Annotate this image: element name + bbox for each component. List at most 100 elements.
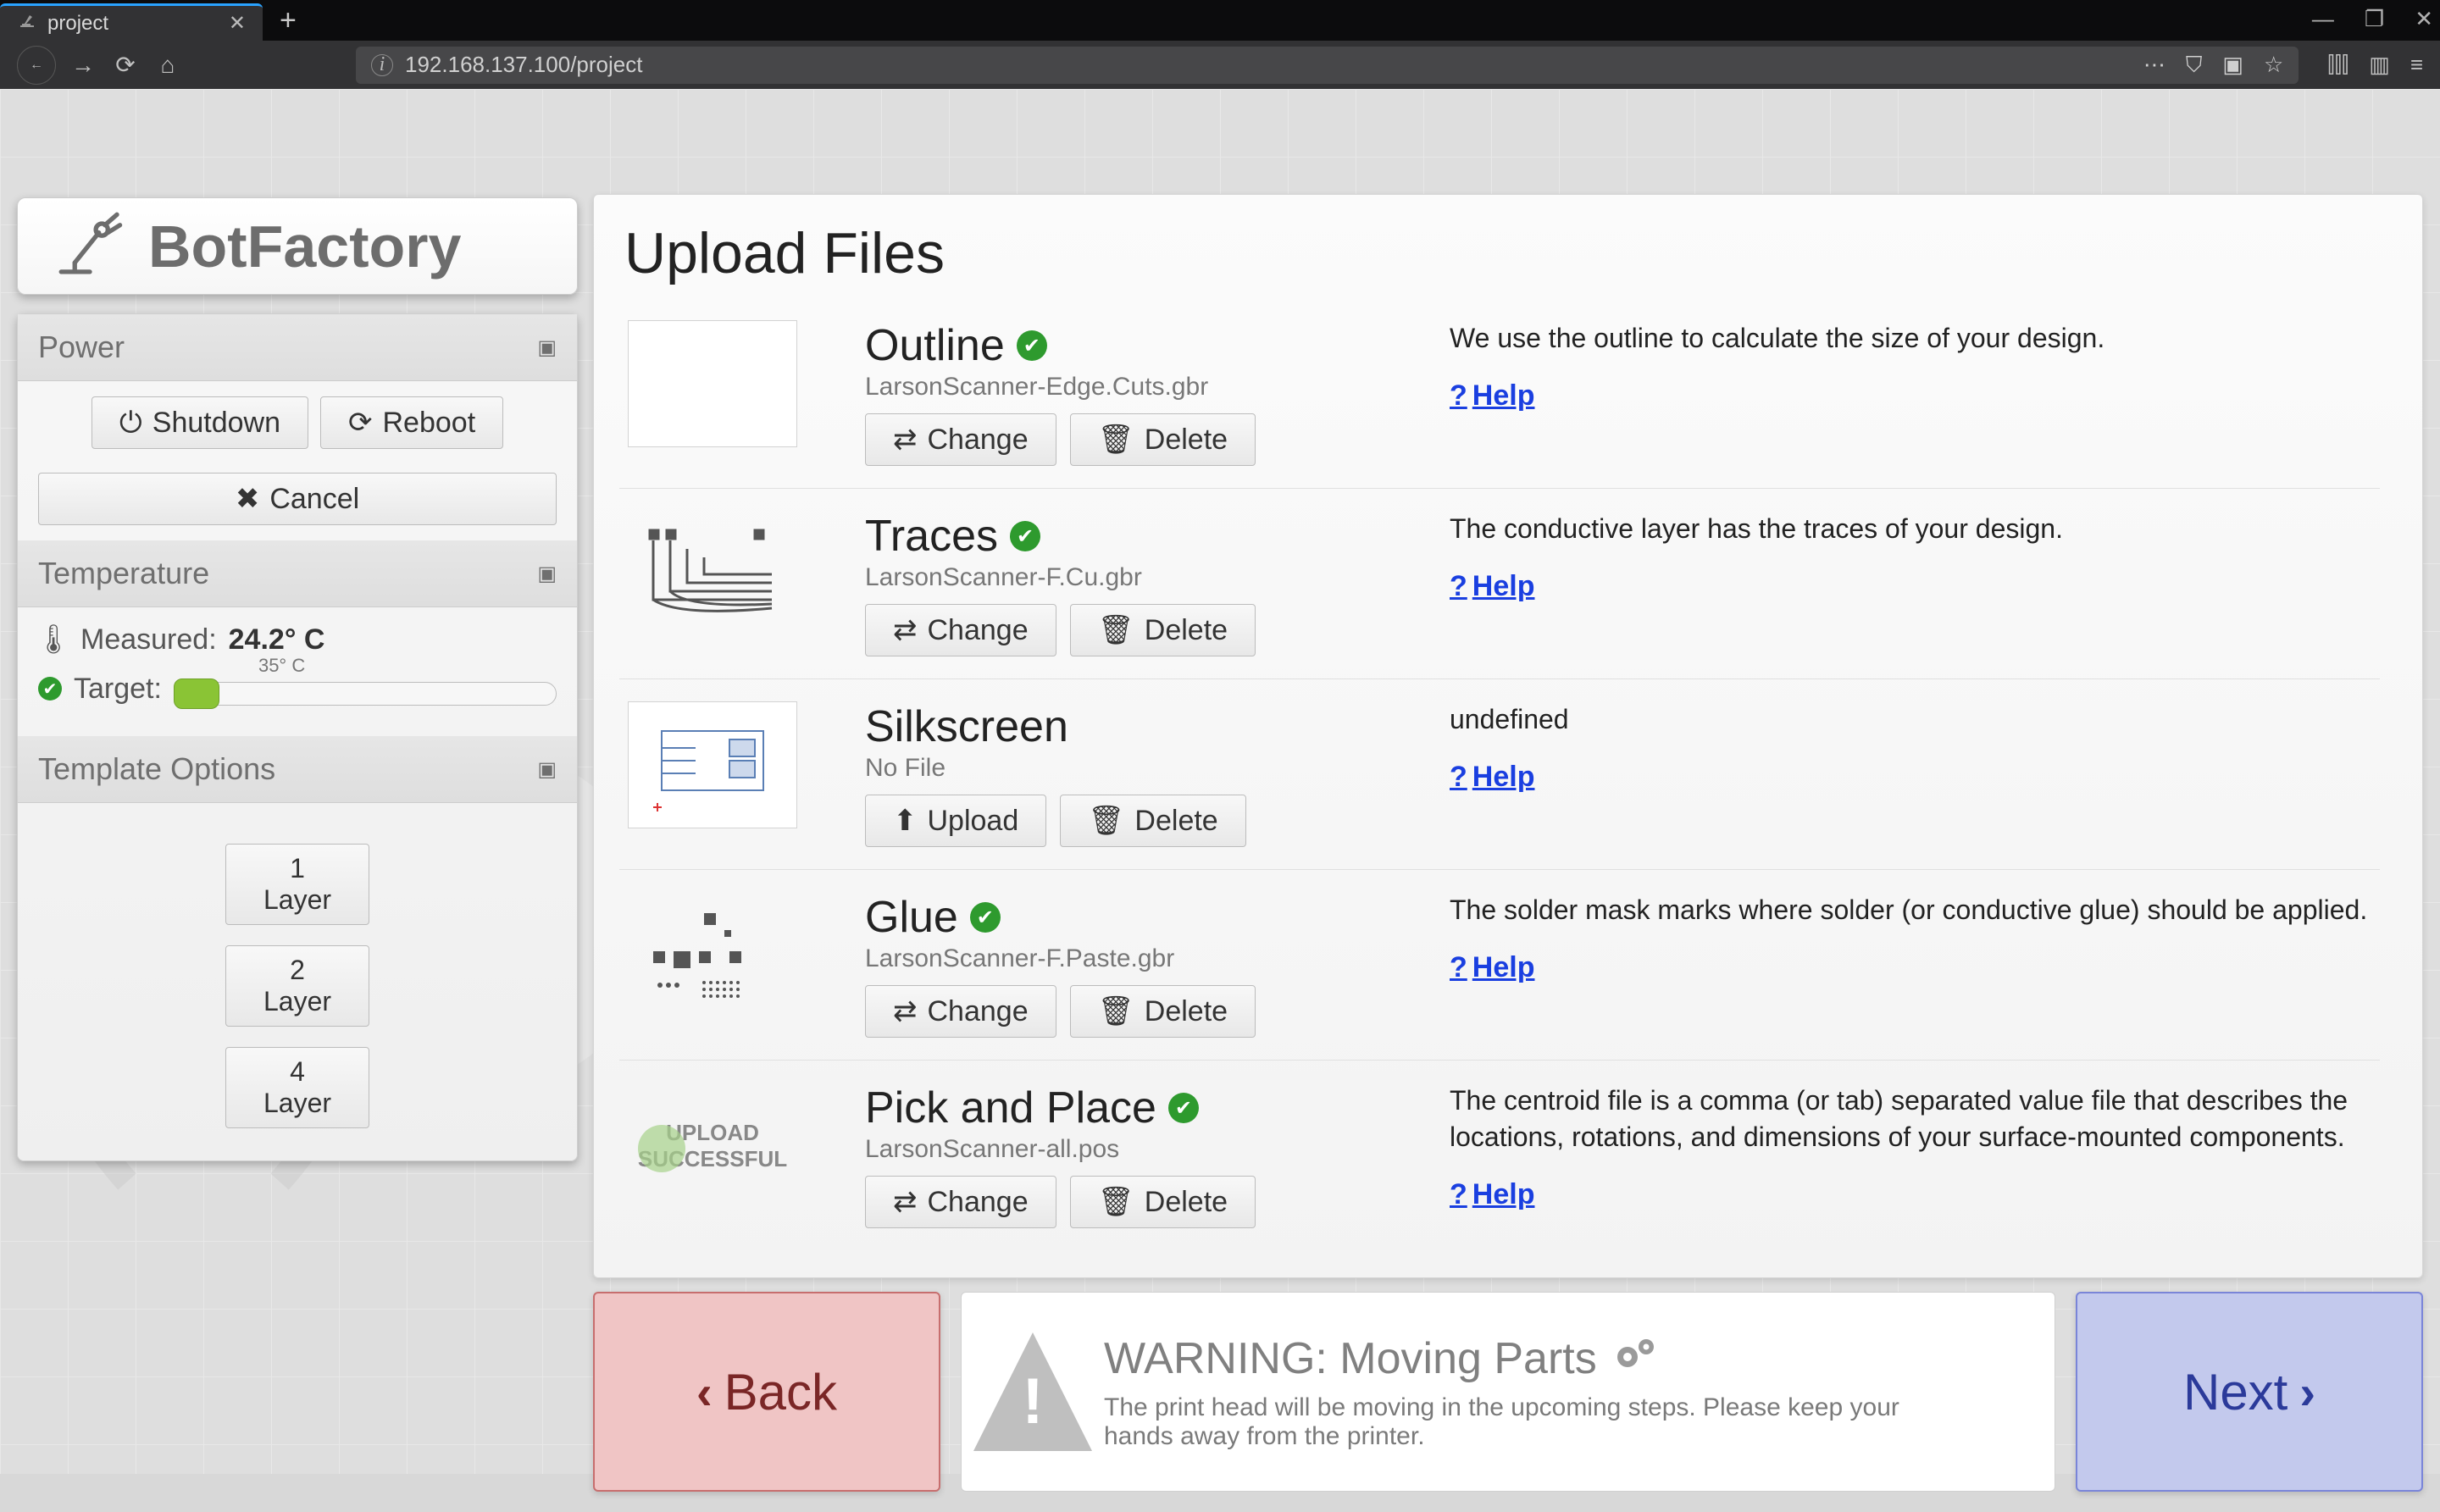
change-button[interactable]: ⇄ Change: [865, 985, 1056, 1038]
slider-tick-label: 35° C: [258, 655, 305, 677]
slider-thumb[interactable]: [174, 678, 219, 709]
home-icon[interactable]: ⌂: [152, 52, 183, 79]
panel-header-power[interactable]: Power ▣: [18, 314, 577, 381]
check-circle-icon: [638, 1125, 685, 1172]
favicon-icon: [17, 10, 37, 36]
trash-icon: 🗑: [1098, 994, 1134, 1028]
delete-label: Delete: [1145, 614, 1228, 647]
back-label: Back: [724, 1363, 837, 1421]
url-text: 192.168.137.100/project: [405, 52, 642, 78]
next-button[interactable]: Next ›: [2076, 1292, 2423, 1492]
file-name: LarsonScanner-F.Cu.gbr: [865, 563, 1407, 592]
collapse-icon[interactable]: ▣: [537, 335, 557, 360]
reader-icon[interactable]: ▣: [2222, 52, 2243, 78]
help-link[interactable]: ? Help: [1450, 568, 1534, 606]
tab-strip: project ✕ + — ❐ ✕: [0, 0, 2440, 41]
delete-label: Delete: [1145, 995, 1228, 1028]
window-close-icon[interactable]: ✕: [2415, 6, 2433, 32]
brand-title: BotFactory: [148, 213, 461, 280]
forward-icon[interactable]: →: [68, 52, 98, 79]
window-restore-icon[interactable]: ❐: [2365, 6, 2384, 32]
close-icon[interactable]: ✕: [229, 11, 246, 36]
wizard-bar: ‹ Back ! WARNING: Moving Parts The print…: [593, 1292, 2423, 1492]
star-icon[interactable]: ☆: [2264, 52, 2283, 78]
layer-1-button[interactable]: 1 Layer: [225, 844, 369, 925]
thumbnail-glue: [628, 892, 797, 1019]
target-label: Target:: [74, 673, 162, 706]
delete-button[interactable]: 🗑Delete: [1070, 413, 1256, 466]
file-description: We use the outline to calculate the size…: [1450, 320, 2371, 357]
panel-body-temperature: 🌡 Measured: 24.2° C ✔ Target: 35° C: [18, 607, 577, 736]
reboot-button[interactable]: ⟳ Reboot: [320, 396, 503, 449]
swap-icon: ⇄: [893, 613, 918, 647]
help-link[interactable]: ? Help: [1450, 377, 1534, 416]
change-button[interactable]: ⇄Change: [865, 1176, 1056, 1228]
change-label: Change: [928, 1186, 1029, 1219]
file-description: undefined: [1450, 701, 2371, 738]
browser-toolbar: ← → ⟳ ⌂ i 192.168.137.100/project ⋯ ⛉ ▣ …: [0, 41, 2440, 89]
file-description: The centroid file is a comma (or tab) se…: [1450, 1083, 2371, 1155]
warning-body: The print head will be moving in the upc…: [1104, 1393, 1934, 1451]
shield-icon[interactable]: ⛉: [2186, 52, 2203, 79]
next-label: Next: [2183, 1363, 2288, 1421]
panel-header-temperature[interactable]: Temperature ▣: [18, 540, 577, 607]
library-icon[interactable]: ⫿⫿⫿: [2327, 52, 2348, 79]
info-icon[interactable]: i: [371, 54, 393, 76]
trash-icon: 🗑: [1098, 1185, 1134, 1219]
trash-icon: 🗑: [1088, 804, 1124, 838]
help-link[interactable]: ? Help: [1450, 1176, 1534, 1215]
file-description: The conductive layer has the traces of y…: [1450, 511, 2371, 547]
layer2-label: 2 Layer: [253, 955, 341, 1017]
delete-button[interactable]: 🗑 Delete: [1070, 985, 1256, 1038]
delete-button[interactable]: 🗑Delete: [1070, 604, 1256, 656]
target-slider[interactable]: 35° C: [174, 672, 557, 706]
thumbnail-outline: [628, 320, 797, 447]
new-tab-button[interactable]: +: [263, 4, 313, 37]
collapse-icon[interactable]: ▣: [537, 562, 557, 586]
change-button[interactable]: ⇄Change: [865, 604, 1056, 656]
panel-header-template[interactable]: Template Options ▣: [18, 736, 577, 803]
upload-icon: ⬆: [893, 804, 918, 838]
file-heading: Silkscreen: [865, 701, 1068, 752]
shutdown-button[interactable]: ⏻ Shutdown: [92, 396, 308, 449]
help-link[interactable]: ? Help: [1450, 758, 1534, 797]
change-button[interactable]: ⇄Change: [865, 413, 1056, 466]
sidebar-icon[interactable]: ▥: [2369, 52, 2390, 78]
file-row-silkscreen: Silkscreen No File ⬆Upload 🗑Delete undef…: [619, 679, 2380, 870]
back-button[interactable]: ‹ Back: [593, 1292, 940, 1492]
url-bar[interactable]: i 192.168.137.100/project ⋯ ⛉ ▣ ☆: [356, 47, 2299, 84]
back-icon[interactable]: ←: [17, 46, 56, 85]
file-description: The solder mask marks where solder (or c…: [1450, 892, 2371, 928]
check-icon: ✔: [38, 677, 62, 701]
help-link[interactable]: ? Help: [1450, 949, 1534, 988]
window-minimize-icon[interactable]: —: [2312, 6, 2334, 32]
menu-icon[interactable]: ≡: [2410, 52, 2423, 78]
cancel-button[interactable]: ✖ Cancel: [38, 473, 557, 525]
swap-icon: ⇄: [893, 994, 918, 1028]
measured-label: Measured:: [80, 623, 217, 656]
file-name: LarsonScanner-all.pos: [865, 1135, 1407, 1164]
more-icon[interactable]: ⋯: [2143, 52, 2166, 78]
swap-icon: ⇄: [893, 423, 918, 457]
measured-value: 24.2° C: [229, 623, 325, 656]
check-icon: ✔: [1017, 330, 1047, 361]
change-label: Change: [928, 995, 1029, 1028]
sidebar: BotFactory Power ▣ ⏻ Shutdown ⟳ Reboot: [17, 197, 578, 1161]
browser-tab[interactable]: project ✕: [0, 3, 263, 41]
layer4-label: 4 Layer: [253, 1056, 341, 1119]
delete-button[interactable]: 🗑Delete: [1070, 1176, 1256, 1228]
delete-button[interactable]: 🗑Delete: [1060, 795, 1245, 847]
upload-button[interactable]: ⬆Upload: [865, 795, 1046, 847]
help-label: Help: [1472, 1176, 1535, 1215]
panel-body-power: ⏻ Shutdown ⟳ Reboot ✖ Cancel: [18, 381, 577, 540]
trash-icon: 🗑: [1098, 423, 1134, 457]
collapse-icon[interactable]: ▣: [537, 757, 557, 782]
slider-track: [174, 682, 557, 706]
help-label: Help: [1472, 758, 1535, 797]
question-icon: ?: [1450, 758, 1467, 797]
power-icon: ⏻: [119, 407, 142, 440]
layer-2-button[interactable]: 2 Layer: [225, 945, 369, 1027]
reload-icon[interactable]: ⟳: [110, 51, 141, 79]
file-row-outline: Outline ✔ LarsonScanner-Edge.Cuts.gbr ⇄C…: [619, 298, 2380, 489]
layer-4-button[interactable]: 4 Layer: [225, 1047, 369, 1128]
